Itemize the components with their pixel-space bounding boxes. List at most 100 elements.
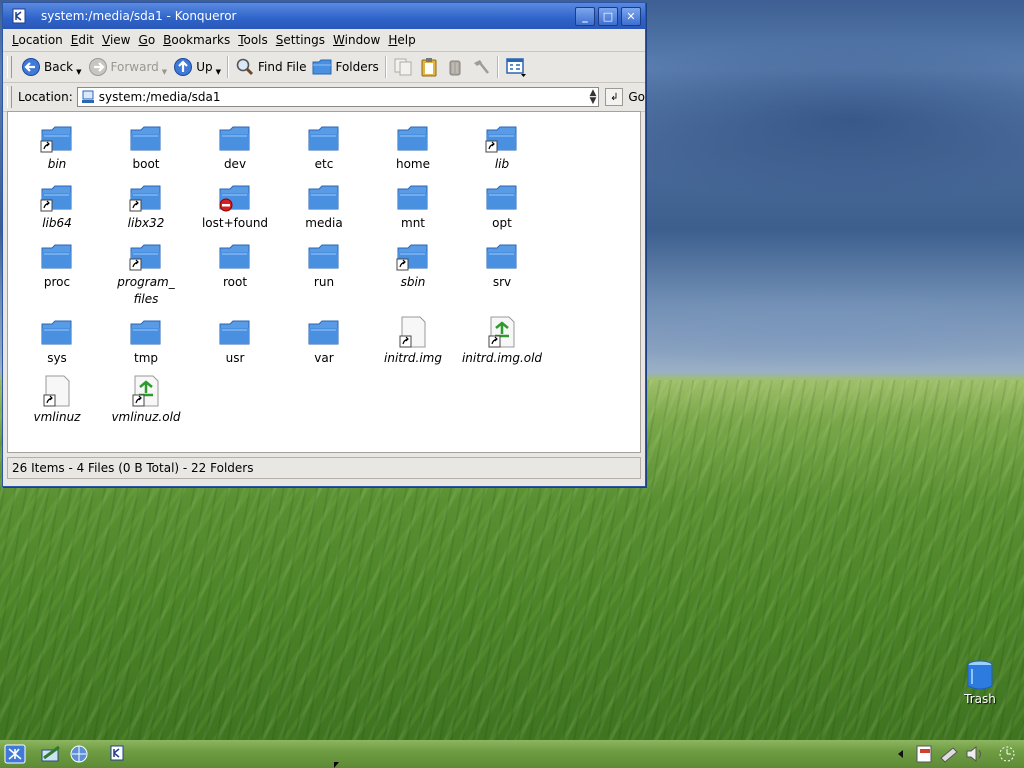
- magnifier-icon: [236, 58, 254, 76]
- file-item[interactable]: srv: [457, 238, 547, 291]
- file-item-label: bin: [47, 157, 67, 171]
- folder-link-icon: [368, 238, 458, 274]
- forward-arrow-icon: [88, 58, 107, 76]
- close-button[interactable]: ✕: [621, 7, 641, 26]
- copy-icon: [394, 58, 412, 76]
- file-item[interactable]: initrd.img: [368, 314, 458, 367]
- file-item-label: libx32: [127, 216, 165, 230]
- folder-icon: [279, 120, 369, 156]
- menu-window[interactable]: Window: [329, 33, 384, 47]
- folder-link-icon: [101, 179, 191, 215]
- file-item[interactable]: var: [279, 314, 369, 367]
- menu-go[interactable]: Go: [135, 33, 160, 47]
- file-item[interactable]: run: [279, 238, 369, 291]
- file-item[interactable]: dev: [190, 120, 280, 173]
- home-browser-icon[interactable]: [68, 744, 90, 764]
- file-item-label: home: [395, 157, 431, 171]
- cut-button[interactable]: [468, 54, 494, 80]
- minimize-button[interactable]: _: [575, 7, 595, 26]
- file-item[interactable]: vmlinuz.old: [101, 373, 191, 426]
- file-icon-view[interactable]: bin boot dev etc home lib lib64 libx32 lost+foun…: [7, 111, 641, 453]
- file-item-label: sbin: [400, 275, 426, 289]
- file-item[interactable]: sbin: [368, 238, 458, 291]
- file-item[interactable]: libx32: [101, 179, 191, 232]
- menu-location[interactable]: Location: [8, 33, 67, 47]
- toolbar-separator: [496, 56, 499, 78]
- folder-link-icon: [101, 238, 191, 274]
- file-item[interactable]: bin: [12, 120, 102, 173]
- menu-tools[interactable]: Tools: [234, 33, 272, 47]
- desktop-trash[interactable]: Trash: [958, 660, 1002, 706]
- file-item-label: lib64: [42, 216, 72, 230]
- clipboard-tray-icon[interactable]: [914, 744, 936, 764]
- file-item[interactable]: boot: [101, 120, 191, 173]
- file-item[interactable]: root: [190, 238, 280, 291]
- delete-button[interactable]: [442, 54, 468, 80]
- location-handle[interactable]: [7, 86, 12, 108]
- forward-dropdown-icon[interactable]: ▼: [162, 68, 167, 76]
- location-history-spinner[interactable]: ▲ ▼: [589, 89, 596, 106]
- network-tray-icon[interactable]: [938, 744, 960, 764]
- file-item-label: run: [313, 275, 335, 289]
- menu-bookmarks[interactable]: Bookmarks: [159, 33, 234, 47]
- folder-icon: [457, 179, 547, 215]
- file-item-label: initrd.img: [384, 351, 442, 365]
- file-item-label: mnt: [401, 216, 425, 230]
- back-dropdown-icon[interactable]: ▼: [76, 68, 81, 76]
- file-item[interactable]: lib64: [12, 179, 102, 232]
- file-item[interactable]: sys: [12, 314, 102, 367]
- file-item[interactable]: opt: [457, 179, 547, 232]
- konqueror-task-icon[interactable]: [106, 744, 128, 764]
- folder-link-icon: [12, 120, 102, 156]
- file-item[interactable]: initrd.img.old: [457, 314, 547, 367]
- folder-icon: [190, 238, 280, 274]
- file-item-label: lib: [494, 157, 510, 171]
- kmenu-start-icon[interactable]: [4, 744, 26, 764]
- title-bar[interactable]: system:/media/sda1 - Konqueror _ □ ✕: [3, 3, 645, 29]
- konqueror-app-icon[interactable]: [11, 8, 27, 24]
- menu-edit[interactable]: Edit: [67, 33, 98, 47]
- toolbar-handle[interactable]: [7, 56, 12, 78]
- file-item[interactable]: lost+found: [190, 179, 280, 232]
- folder-icon: [12, 314, 102, 350]
- file-item[interactable]: usr: [190, 314, 280, 367]
- file-item[interactable]: home: [368, 120, 458, 173]
- back-arrow-icon: [22, 58, 40, 76]
- forward-button[interactable]: Forward ▼: [85, 54, 171, 80]
- file-item-label: tmp: [133, 351, 158, 365]
- menu-view[interactable]: View: [98, 33, 134, 47]
- volume-icon[interactable]: [964, 744, 986, 764]
- file-item[interactable]: media: [279, 179, 369, 232]
- file-item-label: sys: [47, 351, 67, 365]
- file-item[interactable]: tmp: [101, 314, 191, 367]
- folders-button[interactable]: Folders: [309, 54, 381, 80]
- find-file-button[interactable]: Find File: [232, 54, 309, 80]
- up-button[interactable]: Up ▼: [170, 54, 224, 80]
- folder-icon: [101, 314, 191, 350]
- file-item[interactable]: vmlinuz: [12, 373, 102, 426]
- taskbar: [0, 740, 1024, 768]
- clock-icon[interactable]: [996, 744, 1018, 764]
- location-input[interactable]: [98, 89, 579, 105]
- file-item[interactable]: mnt: [368, 179, 458, 232]
- back-button[interactable]: Back ▼: [18, 54, 85, 80]
- up-dropdown-icon[interactable]: ▼: [216, 68, 221, 76]
- file-item[interactable]: proc: [12, 238, 102, 291]
- location-field[interactable]: ▲▼: [76, 87, 600, 107]
- file-item[interactable]: program_ files: [101, 238, 191, 308]
- folders-label: Folders: [335, 60, 379, 74]
- go-enter-icon: ↲: [605, 88, 624, 106]
- copy-button[interactable]: [390, 54, 416, 80]
- folder-icon: [312, 59, 332, 75]
- tray-expand-arrow-icon[interactable]: [894, 744, 908, 764]
- file-item[interactable]: lib: [457, 120, 547, 173]
- menu-settings[interactable]: Settings: [272, 33, 329, 47]
- view-mode-button[interactable]: [502, 54, 530, 80]
- menu-help[interactable]: Help: [384, 33, 419, 47]
- trash-can-icon: [449, 60, 461, 76]
- file-item[interactable]: etc: [279, 120, 369, 173]
- show-desktop-icon[interactable]: [40, 744, 62, 764]
- maximize-button[interactable]: □: [598, 7, 618, 26]
- go-button[interactable]: ↲ Go: [605, 88, 645, 106]
- paste-button[interactable]: [416, 54, 442, 80]
